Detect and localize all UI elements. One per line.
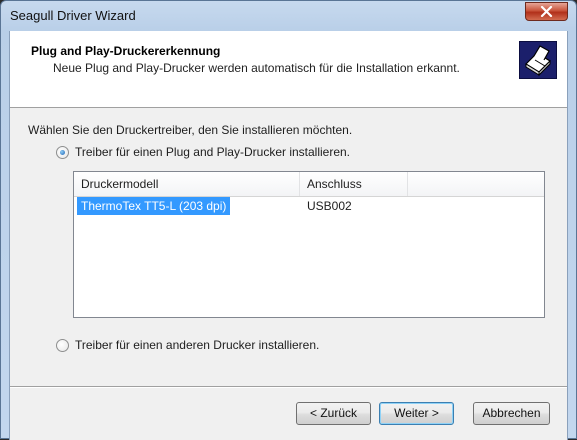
pnp-driver-label: Treiber für einen Plug and Play-Drucker …: [75, 145, 351, 159]
other-driver-option[interactable]: Treiber für einen anderen Drucker instal…: [56, 338, 319, 352]
list-header: Druckermodell Anschluss: [74, 172, 544, 197]
list-item[interactable]: ThermoTex TT5-L (203 dpi) USB002: [74, 197, 544, 215]
column-header-empty[interactable]: [408, 172, 544, 196]
printer-list[interactable]: Druckermodell Anschluss ThermoTex TT5-L …: [73, 171, 545, 318]
printer-port-cell: USB002: [307, 199, 352, 213]
close-button[interactable]: [525, 2, 568, 21]
next-button[interactable]: Weiter >: [379, 402, 454, 425]
window-title: Seagull Driver Wizard: [10, 8, 136, 23]
close-icon: [540, 6, 553, 17]
header-subtitle: Neue Plug and Play-Drucker werden automa…: [53, 61, 460, 75]
column-header-model[interactable]: Druckermodell: [74, 172, 300, 196]
header-title: Plug and Play-Druckererkennung: [31, 44, 221, 58]
wizard-header: Plug and Play-Druckererkennung Neue Plug…: [10, 31, 567, 108]
instruction-text: Wählen Sie den Druckertreiber, den Sie i…: [28, 123, 353, 137]
title-bar[interactable]: Seagull Driver Wizard: [1, 1, 576, 31]
back-button[interactable]: < Zurück: [296, 402, 371, 425]
printer-icon: [519, 41, 557, 79]
cancel-button[interactable]: Abbrechen: [473, 402, 550, 425]
pnp-driver-radio[interactable]: [56, 145, 69, 159]
printer-model-cell[interactable]: ThermoTex TT5-L (203 dpi): [77, 197, 231, 215]
pnp-driver-option[interactable]: Treiber für einen Plug and Play-Drucker …: [56, 145, 350, 159]
wizard-body: Plug and Play-Druckererkennung Neue Plug…: [9, 31, 568, 440]
other-driver-label: Treiber für einen anderen Drucker instal…: [75, 338, 320, 352]
wizard-window: Seagull Driver Wizard Plug and Play-Druc…: [0, 0, 577, 440]
column-header-port[interactable]: Anschluss: [300, 172, 408, 196]
other-driver-radio[interactable]: [56, 338, 69, 352]
footer-divider: [10, 386, 567, 388]
